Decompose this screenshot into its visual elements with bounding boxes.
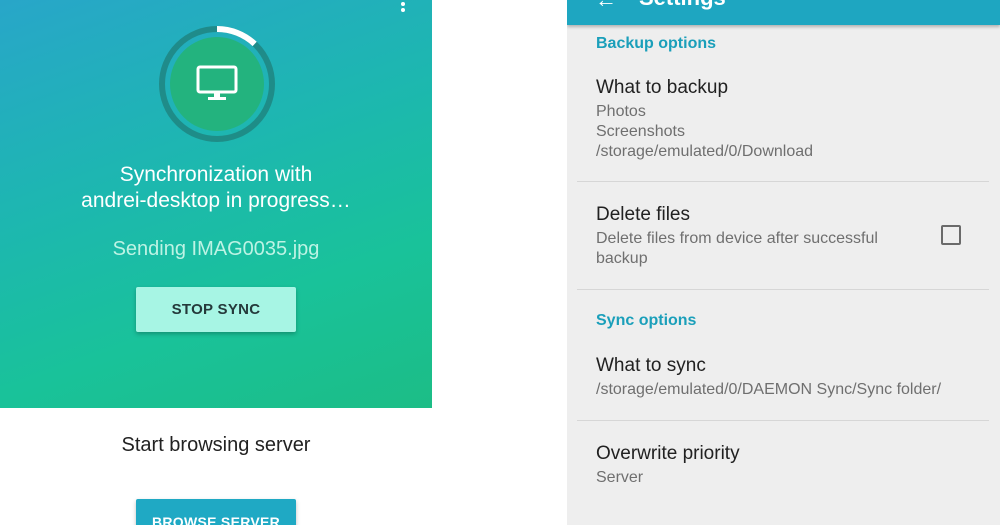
overwrite-priority-title: Overwrite priority	[596, 443, 740, 464]
backup-item: /storage/emulated/0/Download	[596, 143, 814, 160]
device-circle	[170, 37, 264, 131]
sync-options-header: Sync options	[596, 312, 697, 329]
delete-files-summary-line-1: Delete files from device after successfu…	[596, 230, 878, 247]
sync-title-line-2: andrei-desktop in progress…	[81, 189, 351, 212]
browse-server-button[interactable]: BROWSE SERVER	[136, 499, 296, 525]
toolbar-title: Settings	[639, 0, 726, 10]
delete-files-summary-line-2: backup	[596, 250, 648, 267]
divider	[577, 181, 989, 182]
sync-title-line-1: Synchronization with	[119, 163, 313, 186]
sync-hero-panel: Synchronization with andrei-desktop in p…	[0, 0, 432, 408]
delete-files-summary: Delete files from device after successfu…	[596, 229, 878, 269]
back-arrow-icon[interactable]: ←	[595, 0, 617, 12]
what-to-sync-title: What to sync	[596, 355, 706, 376]
settings-toolbar: ← Settings	[567, 0, 1000, 25]
what-to-backup-summary: Photos Screenshots /storage/emulated/0/D…	[596, 102, 813, 162]
backup-item: Photos	[596, 103, 646, 120]
sending-file-text: Sending IMAG0035.jpg	[112, 238, 320, 260]
what-to-sync-summary: /storage/emulated/0/DAEMON Sync/Sync fol…	[596, 381, 942, 398]
divider	[577, 289, 989, 290]
settings-screen: ← Settings Backup options What to backup…	[567, 0, 1000, 525]
overwrite-priority-summary: Server	[596, 469, 644, 486]
sync-status-title: Synchronization with andrei-desktop in p…	[0, 162, 432, 214]
backup-options-header: Backup options	[596, 35, 717, 52]
divider	[577, 420, 989, 421]
stop-sync-button[interactable]: STOP SYNC	[136, 287, 296, 332]
delete-files-title: Delete files	[596, 204, 690, 225]
delete-files-checkbox[interactable]	[941, 225, 961, 245]
browse-server-title: Start browsing server	[121, 434, 311, 456]
overflow-menu-icon[interactable]	[397, 0, 409, 12]
monitor-icon	[196, 65, 238, 100]
what-to-backup-title: What to backup	[596, 77, 729, 98]
backup-item: Screenshots	[596, 123, 685, 140]
sync-screen: Synchronization with andrei-desktop in p…	[0, 0, 432, 525]
